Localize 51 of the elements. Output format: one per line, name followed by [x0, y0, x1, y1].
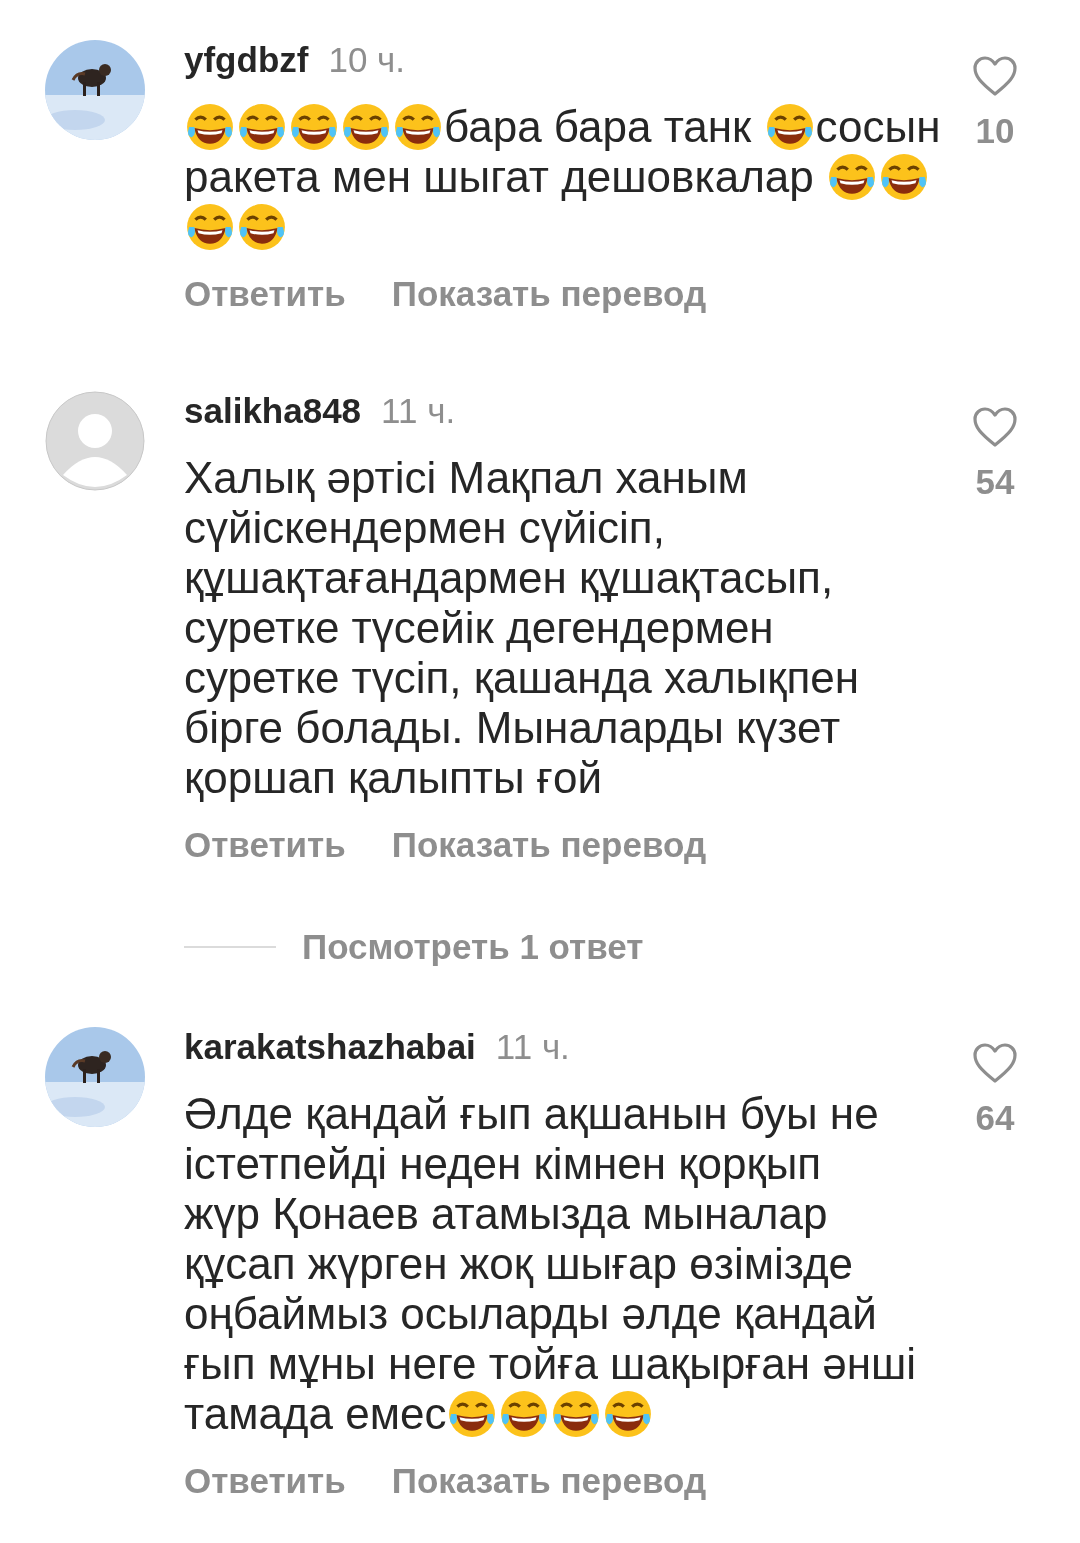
laughing-emoji-icon	[603, 1389, 654, 1439]
like-heart-icon[interactable]	[972, 1042, 1018, 1084]
comment-text: суретке түсіп, қашанда халықпен	[184, 653, 860, 703]
comment-text: сүйіскендермен сүйісіп,	[184, 503, 665, 553]
comment-time: 10 ч.	[328, 40, 406, 80]
username[interactable]: karakatshazhabai	[184, 1027, 476, 1067]
comment-text: жүр Қонаев атамызда мыналар	[184, 1189, 828, 1239]
comment-text: істетпейді неден кімнен қорқып	[184, 1139, 822, 1189]
default-avatar-icon	[45, 391, 145, 491]
comment-text: ғып мұны неге тойға шақырған әнші	[184, 1339, 917, 1389]
like-count: 64	[975, 1098, 1015, 1138]
username[interactable]: yfgdbzf	[184, 40, 309, 80]
comment-text: бара бара танк	[444, 102, 753, 152]
comment-text: тамада емес	[184, 1389, 447, 1439]
laughing-emoji-icon	[237, 102, 287, 152]
comment-text: Әлде қандай ғып ақшанын буы не	[184, 1089, 879, 1139]
comment-text: бірге болады. Мыналарды күзет	[184, 703, 841, 753]
comment-text: құсап жүрген жоқ шығар өзімізде	[184, 1239, 854, 1289]
laughing-emoji-icon	[185, 102, 235, 152]
comment-text: құшақтағандармен құшақтасып,	[184, 553, 834, 603]
comment-text: суретке түсейік дегендермен	[184, 603, 774, 653]
reply-button[interactable]: Ответить	[184, 825, 346, 865]
like-count: 10	[975, 111, 1015, 151]
translate-button[interactable]: Показать перевод	[391, 274, 707, 314]
like-count: 54	[975, 462, 1015, 502]
comment-text: Халық әртісі Мақпал ханым	[184, 453, 748, 503]
translate-button[interactable]: Показать перевод	[391, 825, 707, 865]
laughing-emoji-icon	[393, 102, 443, 152]
view-replies-link[interactable]: Посмотреть 1 ответ	[302, 927, 644, 967]
laughing-emoji-icon	[879, 152, 929, 202]
reply-button[interactable]: Ответить	[184, 1461, 346, 1501]
comment-text: қоршап қалыпты ғой	[184, 753, 602, 803]
comment-text: ракета мен шыгат дешовкалар	[184, 152, 815, 202]
laughing-emoji-icon	[447, 1389, 498, 1439]
translate-button[interactable]: Показать перевод	[391, 1461, 707, 1501]
like-heart-icon[interactable]	[972, 406, 1018, 448]
laughing-emoji-icon	[499, 1389, 550, 1439]
comment-time: 11 ч.	[381, 391, 456, 431]
laughing-emoji-icon	[289, 102, 339, 152]
username[interactable]: salikha848	[184, 391, 362, 431]
laughing-emoji-icon	[764, 102, 815, 152]
reply-button[interactable]: Ответить	[184, 274, 346, 314]
laughing-emoji-icon	[827, 152, 877, 202]
laughing-emoji-icon	[341, 102, 391, 152]
laughing-emoji-icon	[237, 202, 287, 252]
laughing-emoji-icon	[551, 1389, 602, 1439]
like-heart-icon[interactable]	[972, 55, 1018, 97]
comment-time: 11 ч.	[495, 1027, 570, 1067]
comment-text: оңбаймыз осыларды әлде қандай	[184, 1289, 877, 1339]
laughing-emoji-icon	[185, 202, 235, 252]
comment-text: сосын	[815, 102, 941, 152]
